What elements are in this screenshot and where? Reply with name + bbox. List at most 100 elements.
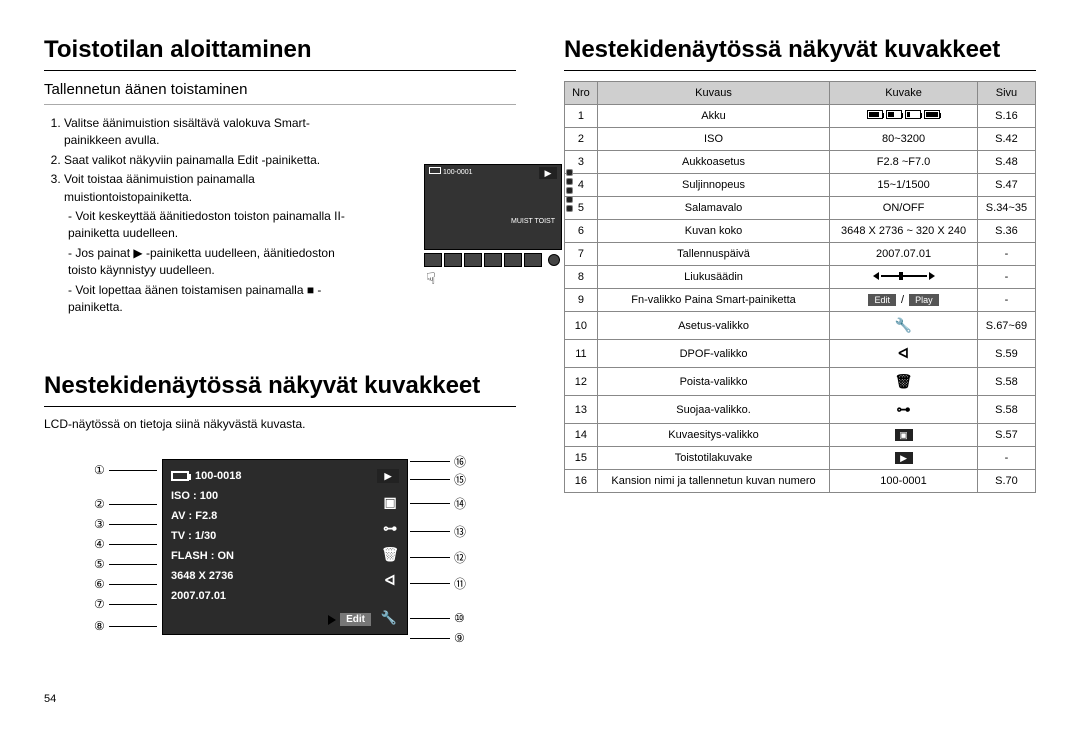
- cell-desc: ISO: [597, 128, 829, 151]
- cell-icon: ⊶: [830, 396, 978, 424]
- note-resume: Jos painat ▶ -painiketta uudelleen, ääni…: [68, 245, 364, 280]
- lcd-av: AV : F2.8: [171, 506, 399, 526]
- cell-icon: 🗑: [830, 368, 978, 396]
- cell-desc: Kuvaesitys-valikko: [597, 424, 829, 447]
- callout-2: ②: [94, 497, 105, 511]
- callout-5: ⑤: [94, 557, 105, 571]
- step-2: Saat valikot näkyviin painamalla Edit -p…: [64, 152, 364, 169]
- play-circle-icon: [548, 254, 560, 266]
- lcd-diagram: 100-0018 ▶ ISO : 100 AV : F2.8 TV : 1/30…: [94, 449, 514, 669]
- step-1: Valitse äänimuistion sisältävä valokuva …: [64, 115, 364, 150]
- th-page: Sivu: [977, 82, 1035, 105]
- table-head: Nro Kuvaus Kuvake Sivu: [565, 82, 1036, 105]
- cell-no: 1: [565, 105, 598, 128]
- lcd-date: 2007.07.01: [171, 586, 399, 606]
- table-row: 5SalamavaloON/OFFS.34~35: [565, 197, 1036, 220]
- subheading-audio: Tallennetun äänen toistaminen: [44, 81, 516, 98]
- callout-4: ④: [94, 537, 105, 551]
- note-pause: Voit keskeyttää äänitiedoston toiston pa…: [68, 208, 364, 243]
- lock-icon: ⊶: [381, 520, 399, 538]
- edit-arrow-icon: [328, 615, 336, 625]
- table-row: 15Toistotilakuvake▶-: [565, 447, 1036, 470]
- slideshow-icon: ▣: [381, 494, 399, 512]
- lcd-size: 3648 X 2736: [171, 566, 399, 586]
- cell-desc: Fn-valikko Paina Smart-painiketta: [597, 289, 829, 312]
- cell-no: 15: [565, 447, 598, 470]
- cell-icon: Edit / Play: [830, 289, 978, 312]
- cell-no: 16: [565, 470, 598, 493]
- cell-no: 11: [565, 340, 598, 368]
- cell-page: S.36: [977, 220, 1035, 243]
- table-row: 16Kansion nimi ja tallennetun kuvan nume…: [565, 470, 1036, 493]
- th-no: Nro: [565, 82, 598, 105]
- cell-page: S.58: [977, 368, 1035, 396]
- cell-icon: 15~1/1500: [830, 174, 978, 197]
- memo-folder: 100-0001: [443, 169, 473, 176]
- cell-icon: ▣: [830, 424, 978, 447]
- table-row: 9Fn-valikko Paina Smart-painikettaEdit /…: [565, 289, 1036, 312]
- edit-button[interactable]: Edit: [340, 613, 371, 626]
- callout-15: ⑮: [454, 471, 466, 488]
- cell-page: S.47: [977, 174, 1035, 197]
- table-row: 14Kuvaesitys-valikko▣S.57: [565, 424, 1036, 447]
- callout-12: ⑫: [454, 549, 466, 566]
- callout-10: ⑩: [454, 611, 465, 625]
- table-row: 11DPOF-valikkoᐊS.59: [565, 340, 1036, 368]
- callout-6: ⑥: [94, 577, 105, 591]
- cell-desc: Toistotilakuvake: [597, 447, 829, 470]
- cell-no: 12: [565, 368, 598, 396]
- cell-icon: ON/OFF: [830, 197, 978, 220]
- steps-list: Valitse äänimuistion sisältävä valokuva …: [44, 115, 364, 316]
- wrench-icon: 🔧: [381, 610, 397, 626]
- lcd-description: LCD-näytössä on tietoja siinä näkyvästä …: [44, 417, 516, 431]
- table-row: 4Suljinnopeus15~1/1500S.47: [565, 174, 1036, 197]
- cell-no: 2: [565, 128, 598, 151]
- lcd-flash: FLASH : ON: [171, 546, 399, 566]
- lcd-tv: TV : 1/30: [171, 526, 399, 546]
- heading-lcd-icons: Nestekidenäytössä näkyvät kuvakkeet: [44, 372, 516, 400]
- cell-icon: ▶: [830, 447, 978, 470]
- cell-page: S.59: [977, 340, 1035, 368]
- table-row: 1AkkuS.16: [565, 105, 1036, 128]
- cell-page: S.34~35: [977, 197, 1035, 220]
- callout-14: ⑭: [454, 495, 466, 512]
- trash-icon: 🗑: [381, 546, 399, 564]
- callout-13: ⑬: [454, 523, 466, 540]
- cell-desc: DPOF-valikko: [597, 340, 829, 368]
- callout-3: ③: [94, 517, 105, 531]
- battery-icon: [171, 471, 189, 481]
- step-3: Voit toistaa äänimuistion painamalla mui…: [64, 171, 364, 206]
- callout-7: ⑦: [94, 597, 105, 611]
- table-row: 12Poista-valikko🗑S.58: [565, 368, 1036, 396]
- callout-9: ⑨: [454, 631, 465, 645]
- cell-desc: Poista-valikko: [597, 368, 829, 396]
- cell-icon: F2.8 ~F7.0: [830, 151, 978, 174]
- dpof-icon: ᐊ: [381, 572, 399, 590]
- memo-preview: 100-0001 ▶ MUIST TOIST ☟: [424, 164, 574, 289]
- cell-desc: Kansion nimi ja tallennetun kuvan numero: [597, 470, 829, 493]
- cell-no: 14: [565, 424, 598, 447]
- th-icon: Kuvake: [830, 82, 978, 105]
- cell-no: 13: [565, 396, 598, 424]
- cell-page: -: [977, 266, 1035, 289]
- cell-desc: Asetus-valikko: [597, 312, 829, 340]
- cell-page: S.57: [977, 424, 1035, 447]
- note-stop: Voit lopettaa äänen toistamisen painamal…: [68, 282, 364, 317]
- cell-page: S.58: [977, 396, 1035, 424]
- heading-playback: Toistotilan aloittaminen: [44, 36, 516, 64]
- cell-icon: 100-0001: [830, 470, 978, 493]
- left-column: Toistotilan aloittaminen Tallennetun ään…: [44, 36, 516, 734]
- callout-16: ⑯: [454, 453, 466, 470]
- cell-icon: 2007.07.01: [830, 243, 978, 266]
- table-row: 13Suojaa-valikko.⊶S.58: [565, 396, 1036, 424]
- table-row: 10Asetus-valikko🔧S.67~69: [565, 312, 1036, 340]
- cell-no: 10: [565, 312, 598, 340]
- cell-icon: 80~3200: [830, 128, 978, 151]
- cell-page: -: [977, 243, 1035, 266]
- table-row: 3AukkoasetusF2.8 ~F7.0S.48: [565, 151, 1036, 174]
- cell-page: S.67~69: [977, 312, 1035, 340]
- cell-desc: Salamavalo: [597, 197, 829, 220]
- play-mode-icon: ▶: [377, 469, 399, 483]
- cell-page: S.70: [977, 470, 1035, 493]
- cell-icon: 🔧: [830, 312, 978, 340]
